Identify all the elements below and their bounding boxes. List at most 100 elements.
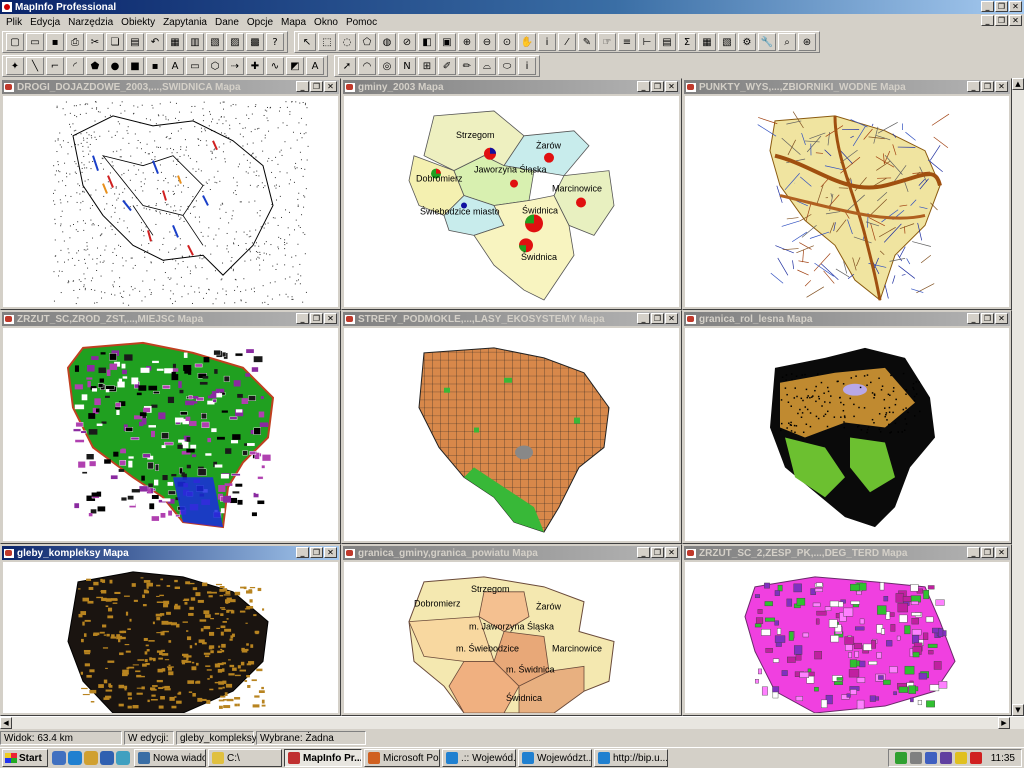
tray-v-icon[interactable] — [894, 752, 907, 764]
boundary-select-icon[interactable]: ◍ — [378, 33, 396, 51]
menu-dane[interactable]: Dane — [211, 17, 243, 28]
map-window-caption[interactable]: PUNKTY_WYS,...,ZBIORNIKI_WODNE Mapa _ ❐ ✕ — [684, 80, 1010, 94]
maximize-button[interactable]: ❐ — [310, 313, 323, 324]
map-canvas-gleby[interactable] — [3, 562, 338, 713]
app-close-button[interactable]: ✕ — [1009, 1, 1022, 12]
info-icon[interactable]: i — [538, 33, 556, 51]
clip-region-icon[interactable]: ▦ — [698, 33, 716, 51]
minimize-button[interactable]: _ — [637, 547, 650, 558]
route-icon[interactable]: ➚ — [338, 57, 356, 75]
minimize-button[interactable]: _ — [296, 81, 309, 92]
info-tool-icon[interactable]: i — [518, 57, 536, 75]
menu-pomoc[interactable]: Pomoc — [342, 17, 381, 28]
minimize-button[interactable]: _ — [637, 81, 650, 92]
minimize-button[interactable]: _ — [967, 547, 980, 558]
undo-icon[interactable]: ↶ — [146, 33, 164, 51]
map-window-gminy[interactable]: gminy_2003 Mapa _ ❐ ✕ Strzegom Żarów Jaw… — [341, 78, 682, 310]
grabber-icon[interactable]: ✋ — [518, 33, 536, 51]
map-canvas-zrzut-2[interactable] — [685, 562, 1009, 713]
map-window-granica-gminy[interactable]: granica_gminy,granica_powiatu Mapa _ ❐ ✕ S… — [341, 544, 682, 716]
brush-icon[interactable]: ✏ — [458, 57, 476, 75]
maximize-button[interactable]: ❐ — [651, 547, 664, 558]
scroll-down-arrow-icon[interactable]: ▼ — [1012, 704, 1024, 716]
symbol-icon[interactable]: ✦ — [6, 57, 24, 75]
minimize-button[interactable]: _ — [296, 547, 309, 558]
marquee-select-icon[interactable]: ⬚ — [318, 33, 336, 51]
new-grapher-icon[interactable]: ▧ — [206, 33, 224, 51]
scroll-icon[interactable]: ⊛ — [798, 33, 816, 51]
layer-control-icon[interactable]: ≡ — [618, 33, 636, 51]
map-window-drogi[interactable]: DROGI_DOJAZDOWE_2003,...,SWIDNICA Mapa _… — [0, 78, 341, 310]
minimize-button[interactable]: _ — [967, 81, 980, 92]
select-icon[interactable]: ↖ — [298, 33, 316, 51]
lasso-icon[interactable]: ◠ — [358, 57, 376, 75]
tray-app-icon[interactable] — [939, 752, 952, 764]
radius-select-icon[interactable]: ◌ — [338, 33, 356, 51]
label-icon[interactable]: ✎ — [578, 33, 596, 51]
close-button[interactable]: ✕ — [324, 81, 337, 92]
text-icon[interactable]: A — [166, 57, 184, 75]
pencil-icon[interactable]: ✐ — [438, 57, 456, 75]
status-zoom[interactable]: Widok: 63.4 km — [0, 731, 122, 745]
statistics-icon[interactable]: Σ — [678, 33, 696, 51]
horizontal-scrollbar[interactable]: ◀ ▶ — [0, 716, 1024, 729]
tray-speaker-icon[interactable] — [924, 752, 937, 764]
change-view-icon[interactable]: ⊙ — [498, 33, 516, 51]
map-window-caption[interactable]: DROGI_DOJAZDOWE_2003,...,SWIDNICA Mapa _… — [2, 80, 339, 94]
task-browser-2[interactable]: Województ... — [518, 749, 592, 767]
symbol-style-icon[interactable]: ✚ — [246, 57, 264, 75]
set-clip-icon[interactable]: ▧ — [718, 33, 736, 51]
north-arrow-icon[interactable]: N — [398, 57, 416, 75]
menu-zapytania[interactable]: Zapytania — [159, 17, 211, 28]
app-restore-button[interactable]: ❐ — [995, 1, 1008, 12]
copy-icon[interactable]: ❏ — [106, 33, 124, 51]
polygon-select-icon[interactable]: ⬠ — [358, 33, 376, 51]
show-hide-icon[interactable]: ⌕ — [778, 33, 796, 51]
task-browser-1[interactable]: .:: Wojewód... — [442, 749, 516, 767]
minimize-button[interactable]: _ — [296, 313, 309, 324]
target-icon[interactable]: ◎ — [378, 57, 396, 75]
text-style-icon[interactable]: A — [306, 57, 324, 75]
app-minimize-button[interactable]: _ — [981, 1, 994, 12]
new-mapper-icon[interactable]: ▦ — [166, 33, 184, 51]
legend-icon[interactable]: ▤ — [658, 33, 676, 51]
app-titlebar[interactable]: MapInfo Professional _ ❐ ✕ — [0, 0, 1024, 14]
close-button[interactable]: ✕ — [324, 313, 337, 324]
reshape-icon[interactable]: ⬡ — [206, 57, 224, 75]
map-window-caption[interactable]: STREFY_PODMOKLE,...,LASY_EKOSYSTEMY Mapa… — [343, 312, 680, 326]
map-window-caption[interactable]: gminy_2003 Mapa _ ❐ ✕ — [343, 80, 680, 94]
print-icon[interactable]: ⎙ — [66, 33, 84, 51]
menu-mapa[interactable]: Mapa — [277, 17, 310, 28]
mapinfo-app-icon[interactable] — [2, 2, 12, 12]
task-mapinfo[interactable]: MapInfo Pr... — [284, 749, 362, 767]
desktop-icon[interactable] — [100, 751, 114, 765]
maximize-button[interactable]: ❐ — [310, 81, 323, 92]
map-window-punkty[interactable]: PUNKTY_WYS,...,ZBIORNIKI_WODNE Mapa _ ❐ ✕ — [682, 78, 1012, 310]
add-node-icon[interactable]: ⇢ — [226, 57, 244, 75]
save-icon[interactable]: ▪ — [46, 33, 64, 51]
open-icon[interactable]: ▭ — [26, 33, 44, 51]
menu-edycja[interactable]: Edycja — [26, 17, 64, 28]
wrench-icon[interactable]: 🔧 — [758, 33, 776, 51]
task-explorer[interactable]: C:\ — [208, 749, 282, 767]
new-browser-icon[interactable]: ▥ — [186, 33, 204, 51]
internet-explorer-icon[interactable] — [68, 751, 82, 765]
rounded-rectangle-icon[interactable]: ▪ — [146, 57, 164, 75]
close-button[interactable]: ✕ — [665, 313, 678, 324]
messenger-icon[interactable] — [116, 751, 130, 765]
task-outlook-express[interactable]: Nowa wiado... — [134, 749, 206, 767]
frame-icon[interactable]: ▭ — [186, 57, 204, 75]
menu-opcje[interactable]: Opcje — [243, 17, 277, 28]
map-window-caption[interactable]: granica_rol_lesna Mapa _ ❐ ✕ — [684, 312, 1010, 326]
media-icon[interactable] — [84, 751, 98, 765]
scroll-right-arrow-icon[interactable]: ▶ — [998, 717, 1010, 729]
ruler-icon[interactable]: ⊢ — [638, 33, 656, 51]
tray-n-icon[interactable] — [969, 752, 982, 764]
status-edit-layer[interactable]: gleby_kompleksy — [176, 731, 257, 745]
map-canvas-drogi[interactable] — [3, 96, 338, 307]
close-button[interactable]: ✕ — [995, 313, 1008, 324]
hotlink-icon[interactable]: ⁄ — [558, 33, 576, 51]
menu-narzedzia[interactable]: Narzędzia — [64, 17, 117, 28]
rectangle-icon[interactable]: ■ — [126, 57, 144, 75]
scalebar-icon[interactable]: ⊞ — [418, 57, 436, 75]
